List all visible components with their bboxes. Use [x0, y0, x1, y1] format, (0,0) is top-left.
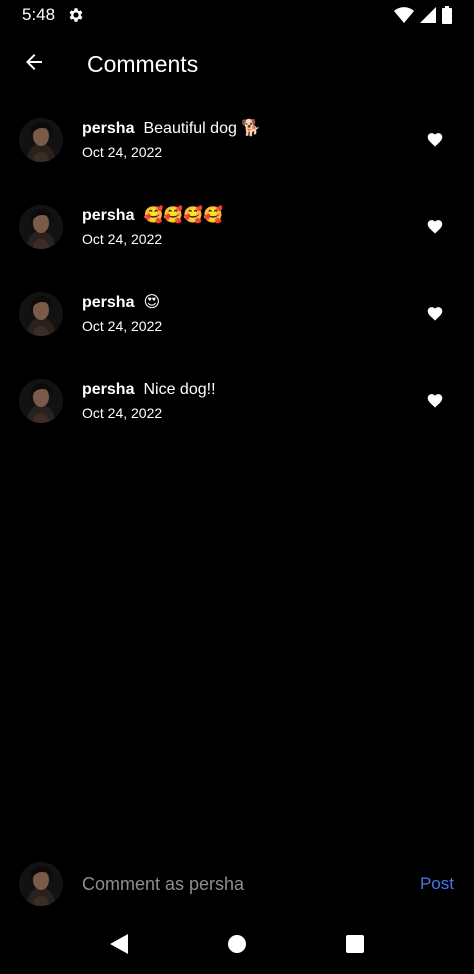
page-title: Comments	[87, 50, 199, 77]
comment-date: Oct 24, 2022	[82, 405, 163, 421]
like-button[interactable]	[424, 391, 446, 413]
comment-list: persha Beautiful dog 🐕 Oct 24, 2022 pers…	[0, 110, 474, 458]
comment-body: persha 😍 Oct 24, 2022	[82, 293, 162, 334]
comment-item: persha 🥰🥰🥰🥰 Oct 24, 2022	[0, 197, 474, 284]
comment-date: Oct 24, 2022	[82, 231, 163, 247]
comment-username[interactable]: persha	[82, 380, 134, 400]
wifi-icon	[394, 7, 414, 23]
nav-back-button[interactable]	[99, 926, 139, 966]
comment-item: persha 😍 Oct 24, 2022	[0, 284, 474, 371]
comment-body: persha 🥰🥰🥰🥰 Oct 24, 2022	[82, 206, 223, 247]
like-button[interactable]	[424, 217, 446, 239]
app-bar: Comments	[0, 38, 474, 90]
comment-text: 🥰🥰🥰🥰	[143, 207, 224, 224]
system-nav-bar	[0, 918, 474, 974]
avatar[interactable]	[19, 205, 63, 249]
avatar[interactable]	[19, 118, 63, 162]
back-button[interactable]	[10, 40, 58, 88]
avatar	[19, 862, 63, 906]
home-circle-icon	[227, 934, 247, 959]
heart-icon	[426, 392, 444, 413]
comment-input[interactable]	[82, 873, 420, 895]
heart-icon	[426, 218, 444, 239]
signal-icon	[420, 7, 436, 23]
nav-recents-button[interactable]	[335, 926, 375, 966]
comment-date: Oct 24, 2022	[82, 144, 163, 160]
heart-icon	[426, 305, 444, 326]
nav-home-button[interactable]	[217, 926, 257, 966]
comment-text: Nice dog!!	[143, 381, 216, 398]
comment-body: persha Nice dog!! Oct 24, 2022	[82, 380, 216, 421]
avatar[interactable]	[19, 379, 63, 423]
comment-body: persha Beautiful dog 🐕 Oct 24, 2022	[82, 119, 261, 160]
avatar[interactable]	[19, 292, 63, 336]
comment-item: persha Nice dog!! Oct 24, 2022	[0, 371, 474, 458]
recents-square-icon	[346, 934, 364, 958]
heart-icon	[426, 131, 444, 152]
comment-date: Oct 24, 2022	[82, 318, 163, 334]
back-triangle-icon	[110, 933, 128, 959]
comment-username[interactable]: persha	[82, 293, 134, 313]
comment-text: Beautiful dog 🐕	[143, 120, 262, 137]
comment-text: 😍	[143, 294, 161, 311]
arrow-left-icon	[22, 50, 46, 79]
gear-icon	[67, 6, 85, 24]
comment-composer: Post	[0, 856, 474, 912]
like-button[interactable]	[424, 130, 446, 152]
battery-icon	[442, 6, 452, 24]
comment-item: persha Beautiful dog 🐕 Oct 24, 2022	[0, 110, 474, 197]
post-button[interactable]: Post	[420, 874, 454, 894]
status-bar: 5:48	[0, 0, 474, 30]
like-button[interactable]	[424, 304, 446, 326]
comment-username[interactable]: persha	[82, 119, 134, 139]
comment-username[interactable]: persha	[82, 206, 134, 226]
status-time: 5:48	[22, 5, 56, 24]
